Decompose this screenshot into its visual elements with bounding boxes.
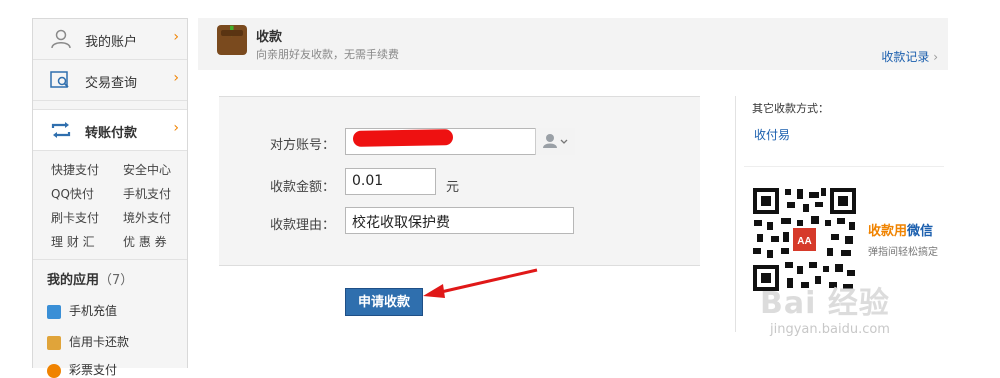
receipt-history-link[interactable]: 收款记录 › — [881, 48, 938, 65]
baidu-watermark: Bai 经验 — [760, 286, 890, 321]
chevron-right-icon: › — [933, 50, 938, 64]
quick-link-coupons[interactable]: 优 惠 券 — [123, 233, 167, 250]
qr-code-icon: AA — [751, 186, 858, 293]
annotation-arrow-icon — [423, 268, 538, 298]
quick-link-card-pay[interactable]: 刷卡支付 — [51, 209, 99, 226]
page-title: 收款 — [256, 30, 283, 45]
quick-link-mobile-pay[interactable]: 手机支付 — [123, 185, 171, 202]
reason-input[interactable]: 校花收取保护费 — [345, 207, 574, 234]
user-icon — [51, 29, 71, 49]
quick-link-overseas-pay[interactable]: 境外支付 — [123, 209, 171, 226]
apps-title: 我的应用（7） — [47, 269, 133, 288]
nav-transfer-payment[interactable]: 转账付款 › — [33, 109, 187, 151]
nav-label: 交易查询 — [85, 76, 138, 91]
lottery-icon — [47, 363, 61, 378]
contact-chevron-icon — [543, 134, 568, 148]
request-payment-button[interactable]: 申请收款 — [345, 288, 423, 316]
chevron-right-icon: › — [173, 70, 179, 86]
app-label: 彩票支付 — [69, 363, 118, 377]
page-header: ⬇ 收款 向亲朋好友收款，无需手续费 收款记录 › — [198, 18, 948, 70]
wechat-promo-subtitle: 弹指间轻松搞定 — [868, 247, 938, 258]
app-label: 信用卡还款 — [69, 335, 130, 349]
quick-link-express-pay[interactable]: 快捷支付 — [51, 161, 99, 178]
nav-transaction-query[interactable]: 交易查询 › — [33, 60, 187, 101]
promo-title-a: 收款用 — [868, 224, 908, 239]
shoufuyi-link[interactable]: 收付易 — [754, 126, 790, 143]
phone-recharge-icon — [47, 304, 61, 319]
quick-link-wealth[interactable]: 理 财 汇 — [51, 233, 95, 250]
right-separator — [744, 166, 944, 167]
contact-picker-button[interactable] — [535, 128, 575, 155]
app-phone-recharge[interactable]: 手机充值 — [47, 302, 117, 319]
right-panel-divider — [735, 96, 736, 332]
app-lottery[interactable]: 彩票支付 — [47, 361, 117, 378]
page-subtitle: 向亲朋好友收款，无需手续费 — [256, 48, 399, 61]
chevron-right-icon: › — [173, 120, 179, 136]
nav-label: 我的账户 — [85, 35, 138, 50]
app-credit-card[interactable]: 信用卡还款 — [47, 333, 129, 350]
quick-link-security-center[interactable]: 安全中心 — [123, 161, 171, 178]
apps-title-text: 我的应用 — [47, 273, 100, 288]
amount-input[interactable]: 0.01 — [345, 168, 436, 195]
credit-card-icon — [47, 335, 61, 350]
search-doc-icon — [50, 71, 69, 88]
sidebar: 我的账户 › 交易查询 › 转账付款 › 快捷支付 安全中心 QQ快付 手机支付… — [32, 18, 188, 378]
receipt-history-label: 收款记录 — [881, 50, 930, 64]
apps-count: （7） — [99, 273, 134, 288]
amount-unit: 元 — [446, 180, 460, 195]
divider — [33, 259, 187, 260]
qr-badge-text: AA — [797, 236, 811, 247]
nav-my-account[interactable]: 我的账户 › — [33, 19, 187, 60]
transfer-icon — [51, 122, 71, 138]
redacted-account — [352, 129, 454, 147]
wallet-icon: ⬇ — [217, 24, 247, 55]
wechat-promo-title: 收款用微信 — [868, 220, 933, 239]
other-methods-title: 其它收款方式： — [752, 102, 829, 115]
chevron-right-icon: › — [173, 29, 179, 45]
app-label: 手机充值 — [69, 304, 118, 318]
amount-label: 收款金额： — [269, 180, 335, 195]
promo-title-b: 微信 — [907, 224, 934, 239]
nav-label: 转账付款 — [85, 126, 138, 141]
reason-label: 收款理由： — [269, 218, 335, 233]
account-label: 对方账号： — [269, 138, 335, 153]
baidu-watermark-url: jingyan.baidu.com — [770, 322, 890, 337]
quick-link-qq-pay[interactable]: QQ快付 — [51, 185, 94, 202]
